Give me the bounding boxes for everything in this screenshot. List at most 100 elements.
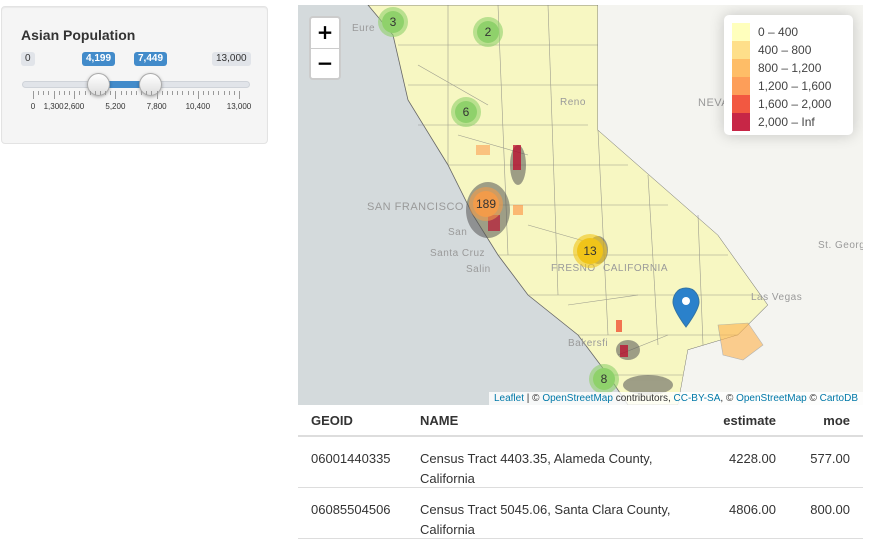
legend-item: 400 – 800: [732, 41, 845, 59]
slider-min-label: 0: [21, 52, 35, 66]
cartodb-link[interactable]: CartoDB: [820, 393, 858, 404]
slider-tick-label: 10,400: [185, 102, 211, 111]
slider-tick: [84, 91, 86, 95]
legend-item: 0 – 400: [732, 23, 845, 41]
place-label: Salin: [466, 264, 491, 275]
cc-by-sa-link[interactable]: CC-BY-SA: [674, 393, 721, 404]
legend-item: 2,000 – Inf: [732, 113, 845, 131]
slider-tick: [125, 91, 127, 95]
cluster-count: 2: [477, 21, 499, 43]
slider-tick: [141, 91, 143, 95]
slider-tick: [105, 91, 107, 95]
table-header: GEOID NAME estimate moe: [298, 406, 863, 437]
slider-tick: [192, 91, 194, 95]
attribution-text: contributors,: [612, 393, 674, 404]
legend-swatch: [732, 113, 750, 131]
legend-swatch: [732, 23, 750, 41]
slider-tick: [58, 91, 60, 95]
cluster-marker[interactable]: 8: [589, 364, 619, 394]
cluster-marker[interactable]: 189: [469, 187, 503, 221]
cluster-marker[interactable]: 13: [573, 234, 607, 268]
attribution-text: ©: [806, 393, 820, 404]
slider-tick: [156, 91, 158, 99]
map-legend: 0 – 400 400 – 800 800 – 1,200 1,200 – 1,…: [724, 15, 853, 135]
slider-tick: [74, 91, 76, 99]
cell-estimate: 4806.00: [729, 502, 776, 517]
slider-tick: [136, 91, 137, 95]
slider-tick: [89, 91, 91, 95]
slider-tick-label: 5,200: [105, 102, 126, 111]
slider-tick-label: 1,300: [43, 102, 64, 111]
table-row[interactable]: 06085504506 Census Tract 5045.06, Santa …: [298, 488, 863, 539]
slider-tick: [110, 91, 112, 95]
leaflet-link[interactable]: Leaflet: [494, 393, 524, 404]
table-row[interactable]: 06001440335 Census Tract 4403.35, Alamed…: [298, 437, 863, 488]
legend-item: 1,200 – 1,600: [732, 77, 845, 95]
slider-tick: [151, 91, 153, 95]
slider-tick: [233, 91, 235, 95]
legend-swatch: [732, 77, 750, 95]
slider-tick: [187, 91, 189, 95]
legend-swatch: [732, 59, 750, 77]
slider-tick: [115, 91, 117, 99]
cluster-marker[interactable]: 3: [378, 7, 408, 37]
slider-tick: [177, 91, 179, 95]
slider-tick: [239, 91, 240, 99]
slider-tick: [146, 91, 148, 95]
place-label: SAN FRANCISCO: [367, 201, 464, 213]
slider-title: Asian Population: [21, 27, 136, 43]
slider-tick: [130, 91, 132, 95]
slider-tick: [166, 91, 168, 95]
zoom-out-button[interactable]: −: [311, 48, 339, 78]
column-header-moe[interactable]: moe: [823, 413, 850, 428]
place-label: CALIFORNIA: [603, 263, 669, 274]
legend-label: 0 – 400: [758, 25, 799, 39]
slider-tick: [48, 91, 50, 95]
legend-label: 400 – 800: [758, 43, 812, 57]
legend-label: 2,000 – Inf: [758, 115, 815, 129]
slider-tick: [99, 91, 101, 95]
osm-link[interactable]: OpenStreetMap: [542, 393, 613, 404]
slider-tick: [202, 91, 204, 95]
attribution-text: | ©: [524, 393, 543, 404]
slider-max-label: 13,000: [212, 52, 251, 66]
cluster-marker[interactable]: 6: [451, 97, 481, 127]
slider-tick: [38, 91, 40, 95]
slider-to-label: 7,449: [134, 52, 168, 66]
osm-link[interactable]: OpenStreetMap: [736, 393, 807, 404]
cluster-count: 13: [577, 238, 603, 264]
attribution-text: , ©: [720, 393, 737, 404]
slider-tick: [69, 91, 71, 95]
slider-tick: [43, 91, 45, 95]
place-label: St. Georg: [818, 240, 863, 251]
place-label: Reno: [560, 97, 586, 108]
slider-tick: [33, 91, 34, 99]
map-attribution: Leaflet | © OpenStreetMap contributors, …: [488, 392, 863, 405]
slider-from-label: 4,199: [82, 52, 116, 66]
place-label: Las Vegas: [751, 292, 803, 303]
legend-label: 1,200 – 1,600: [758, 79, 832, 93]
place-label: Bakersfi: [568, 338, 609, 349]
place-label: Eure: [352, 23, 376, 34]
cell-geoid: 06001440335: [311, 451, 391, 466]
legend-label: 800 – 1,200: [758, 61, 822, 75]
legend-swatch: [732, 95, 750, 113]
zoom-in-button[interactable]: +: [311, 18, 339, 48]
slider-tick: [218, 91, 220, 95]
slider-tick: [228, 91, 230, 95]
data-table: GEOID NAME estimate moe 06001440335 Cens…: [298, 406, 863, 539]
cluster-count: 3: [382, 11, 404, 33]
slider-tick-label: 0: [30, 102, 36, 111]
legend-label: 1,600 – 2,000: [758, 97, 832, 111]
map[interactable]: Eure Reno NEVA SAN FRANCISCO San Santa C…: [298, 5, 863, 405]
cell-moe: 800.00: [810, 502, 850, 517]
cell-estimate: 4228.00: [729, 451, 776, 466]
cluster-marker[interactable]: 2: [473, 17, 503, 47]
slider-tick-label: 13,000: [226, 102, 252, 111]
column-header-geoid[interactable]: GEOID: [311, 413, 353, 428]
cell-name: Census Tract 5045.06, Santa Clara County…: [420, 502, 671, 537]
column-header-name[interactable]: NAME: [420, 413, 690, 428]
cluster-count: 6: [455, 101, 477, 123]
column-header-estimate[interactable]: estimate: [723, 413, 776, 428]
slider-tick-label: 2,600: [64, 102, 85, 111]
